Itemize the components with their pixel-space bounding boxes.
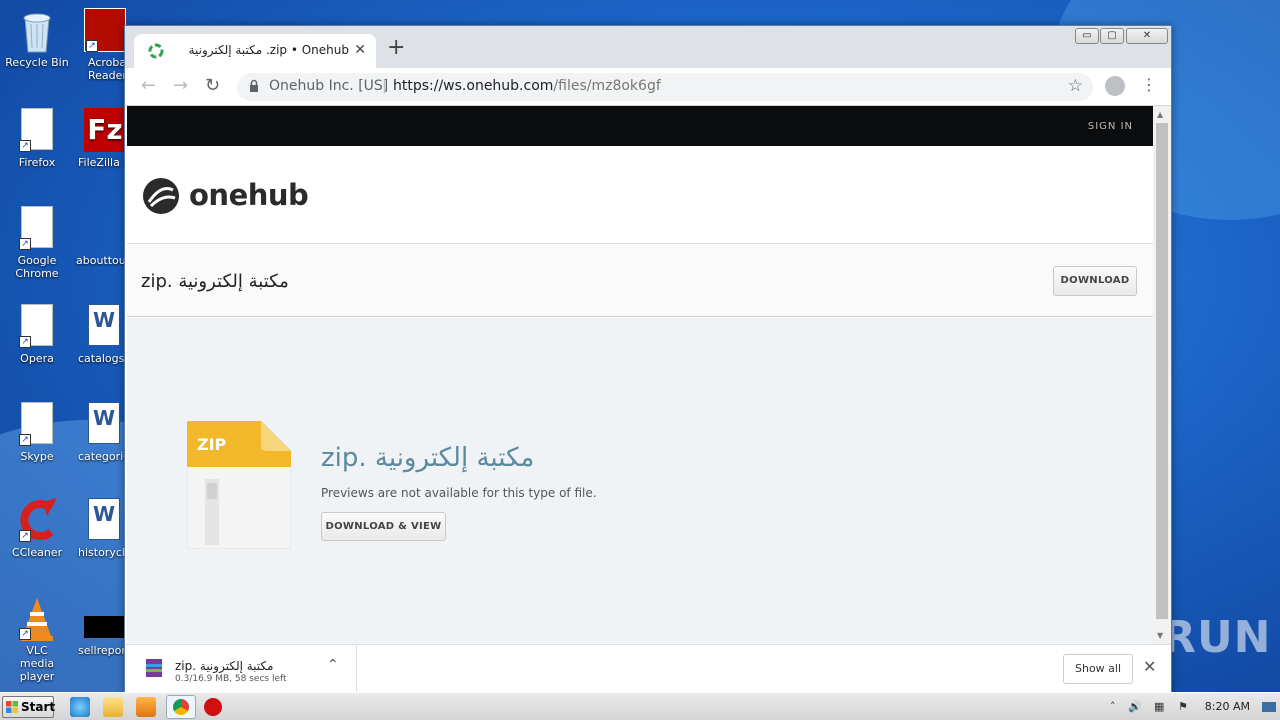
sign-in-link[interactable]: SIGN IN (1088, 121, 1133, 132)
back-button[interactable]: ← (141, 76, 156, 96)
reload-button[interactable]: ↻ (205, 76, 220, 96)
windows-logo-icon (6, 701, 18, 713)
bookmark-star-icon[interactable]: ☆ (1068, 76, 1083, 96)
url-host: https://ws.onehub.com (393, 78, 554, 94)
scroll-up-icon[interactable]: ▲ (1157, 110, 1163, 119)
file-name-heading: مكتبة إلكترونية .zip (141, 271, 289, 292)
preview-unavailable-message: Previews are not available for this type… (321, 486, 597, 500)
chrome-taskbar-icon[interactable] (166, 695, 196, 719)
start-button[interactable]: Start (2, 696, 56, 718)
site-header: onehub (127, 146, 1153, 244)
browser-toolbar: ← → ↻ Onehub Inc. [US] | https://ws.oneh… (125, 68, 1171, 106)
ccleaner-icon: ↗ (17, 498, 57, 542)
desktop-icon-label: CCleaner (11, 546, 63, 559)
desktop-icon-vlc[interactable]: ↗ VLC media player (0, 596, 74, 683)
desktop-icon-label: Skype (20, 450, 54, 463)
desktop-icon-ccleaner[interactable]: ↗ CCleaner (0, 498, 74, 559)
download-item[interactable]: مكتبة إلكترونية .zip 0.3/16.9 MB, 58 sec… (125, 645, 357, 693)
desktop-icon-label: VLC media player (19, 644, 55, 683)
url-path: /files/mz8ok6gf (553, 78, 661, 94)
desktop-icon-opera[interactable]: ↗ Opera (0, 304, 74, 365)
action-center-flag-icon[interactable]: ⚑ (1178, 700, 1188, 713)
zip-file-icon: ZIP (187, 421, 291, 549)
close-shelf-icon[interactable]: ✕ (1143, 657, 1156, 676)
browser-window: zip • Onehub. مكتبة إلكترونية ✕ + ▭ ▢ ✕ … (124, 25, 1172, 693)
onehub-logo-icon (143, 178, 179, 214)
blank-file-icon (84, 206, 124, 250)
page-scrollbar[interactable]: ▲ ▼ (1153, 106, 1171, 644)
lock-icon (250, 79, 258, 92)
desktop-icon-label: Recycle Bin (5, 56, 69, 69)
acrobat-icon: ↗ (84, 8, 126, 52)
word-doc-icon: W (84, 304, 124, 348)
download-shelf: مكتبة إلكترونية .zip 0.3/16.9 MB, 58 sec… (125, 644, 1171, 693)
desktop-icon-recycle-bin[interactable]: Recycle Bin (0, 8, 74, 69)
vlc-icon: ↗ (17, 596, 57, 641)
web-page: SIGN IN onehub مكتبة إلكترونية .zip DOWN… (127, 106, 1153, 644)
start-label: Start (21, 700, 56, 714)
tab-strip: zip • Onehub. مكتبة إلكترونية ✕ + ▭ ▢ ✕ (125, 26, 1171, 68)
download-status: 0.3/16.9 MB, 58 secs left (175, 674, 287, 684)
desktop-icon-firefox[interactable]: ↗ Firefox (0, 108, 74, 169)
download-and-view-button[interactable]: DOWNLOAD & VIEW (321, 512, 446, 541)
desktop-icon-label: Google Chrome (15, 254, 59, 280)
chevron-up-icon[interactable]: ⌃ (327, 657, 339, 673)
file-title-bar: مكتبة إلكترونية .zip DOWNLOAD (127, 245, 1153, 317)
close-window-button[interactable]: ✕ (1126, 28, 1168, 44)
internet-explorer-icon[interactable] (70, 697, 90, 717)
word-doc-icon: W (84, 402, 124, 446)
download-file-name: مكتبة إلكترونية .zip (175, 659, 274, 673)
volume-icon[interactable]: 🔊 (1128, 700, 1142, 713)
antivirus-alert-icon[interactable] (204, 698, 222, 716)
desktop-icon-google-chrome[interactable]: ↗ Google Chrome (0, 206, 74, 280)
file-explorer-icon[interactable] (103, 697, 123, 717)
scrollbar-thumb[interactable] (1156, 123, 1168, 619)
file-preview-area: ZIP مكتبة إلكترونية .zip Previews are no… (127, 318, 1153, 644)
media-player-icon[interactable] (136, 697, 156, 717)
filezilla-icon: Fz (84, 108, 126, 152)
logo-wordmark: onehub (189, 178, 309, 212)
site-topbar: SIGN IN (127, 106, 1153, 146)
recycle-bin-icon (17, 8, 57, 53)
skype-icon: ↗ (17, 402, 57, 446)
network-icon[interactable]: ▦ (1154, 700, 1164, 713)
desktop-icon-label: Opera (20, 352, 54, 365)
opera-icon: ↗ (17, 304, 57, 348)
forward-button[interactable]: → (173, 76, 188, 96)
show-desktop-icon[interactable] (1262, 702, 1276, 712)
desktop-icon-skype[interactable]: ↗ Skype (0, 402, 74, 463)
browser-tab[interactable]: zip • Onehub. مكتبة إلكترونية ✕ (134, 34, 376, 68)
site-identity: Onehub Inc. [US] (269, 78, 389, 94)
taskbar: Start ˄ 🔊 ▦ ⚑ 8:20 AM (0, 692, 1280, 720)
black-file-icon (84, 616, 126, 640)
archive-file-icon (146, 659, 162, 677)
url-text: https://ws.onehub.com/files/mz8ok6gf (393, 78, 661, 94)
download-button[interactable]: DOWNLOAD (1053, 266, 1137, 296)
word-doc-icon: W (84, 498, 124, 542)
address-bar[interactable]: Onehub Inc. [US] | https://ws.onehub.com… (237, 73, 1093, 101)
scroll-down-icon[interactable]: ▼ (1157, 631, 1163, 640)
preview-file-name: مكتبة إلكترونية .zip (321, 443, 535, 473)
desktop-icon-label: Firefox (18, 156, 56, 169)
maximize-button[interactable]: ▢ (1100, 28, 1124, 44)
tab-close-icon[interactable]: ✕ (354, 42, 366, 58)
profile-avatar-icon[interactable] (1105, 76, 1125, 96)
show-all-button[interactable]: Show all (1063, 654, 1133, 684)
zip-badge-text: ZIP (197, 435, 227, 454)
system-clock[interactable]: 8:20 AM (1205, 700, 1250, 713)
minimize-button[interactable]: ▭ (1075, 28, 1099, 44)
chrome-icon: ↗ (17, 206, 57, 250)
new-tab-button[interactable]: + (387, 37, 405, 59)
onehub-favicon-icon (148, 43, 164, 59)
tab-title: zip • Onehub. مكتبة إلكترونية (188, 43, 349, 57)
omnibox-separator: | (382, 78, 387, 94)
browser-menu-icon[interactable]: ⋮ (1141, 76, 1157, 94)
show-hidden-icons-icon[interactable]: ˄ (1110, 700, 1116, 713)
firefox-icon: ↗ (17, 108, 57, 152)
